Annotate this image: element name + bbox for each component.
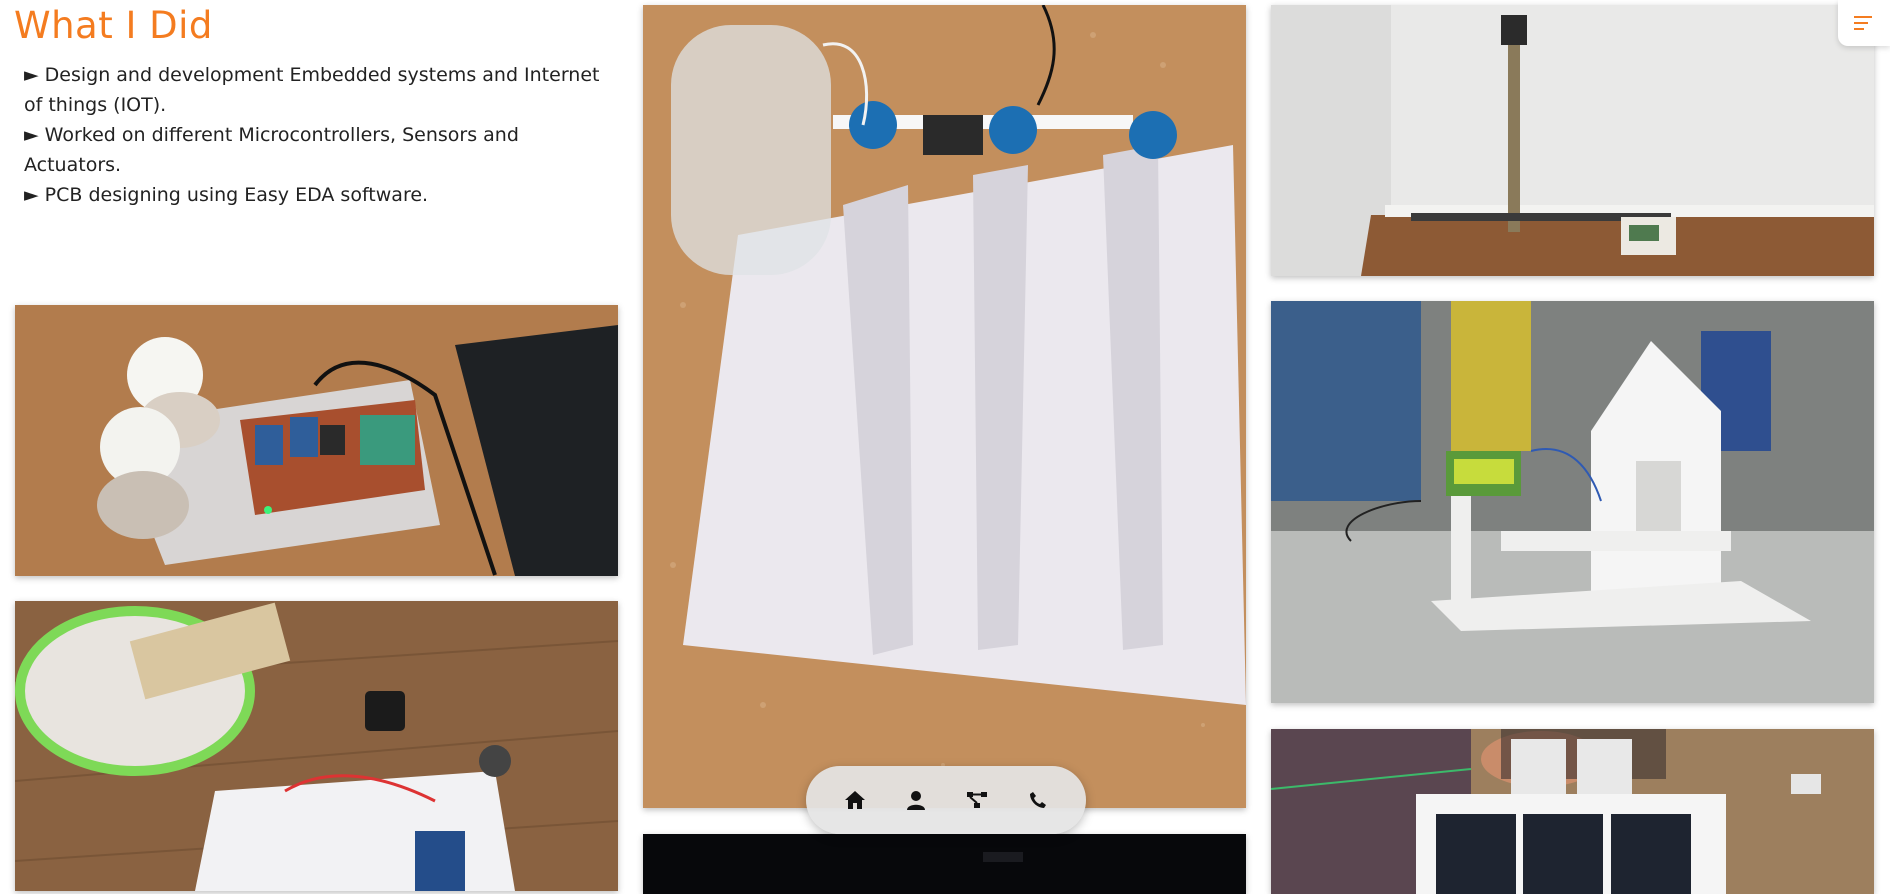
- gallery-photo-relay-board[interactable]: [15, 305, 618, 576]
- gallery-photo-rail-machine[interactable]: [1271, 5, 1874, 276]
- gallery-photo-basket-project[interactable]: [15, 601, 618, 891]
- gallery-photo-solar-model[interactable]: [1271, 729, 1874, 894]
- skills-list: ► Design and development Embedded system…: [24, 60, 614, 210]
- nav-contact[interactable]: [1018, 780, 1058, 820]
- gallery-photo-irrigation[interactable]: [643, 5, 1246, 808]
- projects-icon: [966, 792, 987, 808]
- list-item: ► Design and development Embedded system…: [24, 64, 600, 116]
- page-title: What I Did: [14, 4, 213, 47]
- home-icon: [844, 791, 865, 809]
- phone-icon: [1029, 792, 1046, 808]
- nav-about[interactable]: [896, 780, 936, 820]
- list-item: ► Worked on different Microcontrollers, …: [24, 124, 519, 176]
- gallery-photo-dark-project[interactable]: [643, 834, 1246, 894]
- menu-icon: [1854, 16, 1872, 30]
- nav-home[interactable]: [835, 780, 875, 820]
- gallery-photo-house-model[interactable]: [1271, 301, 1874, 703]
- user-icon: [906, 791, 925, 810]
- menu-button[interactable]: [1838, 0, 1890, 46]
- bottom-nav: [806, 766, 1086, 834]
- nav-projects[interactable]: [957, 780, 997, 820]
- list-item: ► PCB designing using Easy EDA software.: [24, 184, 429, 206]
